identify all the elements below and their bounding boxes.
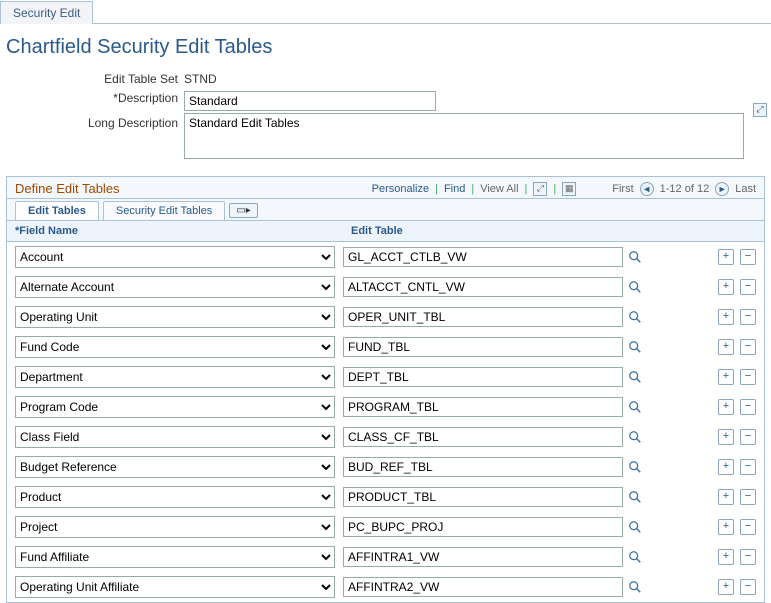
- edit-table-input[interactable]: [343, 277, 623, 297]
- col-edit-table: Edit Table: [343, 221, 704, 241]
- edit-table-input[interactable]: [343, 577, 623, 597]
- add-row-button[interactable]: +: [718, 309, 734, 325]
- table-row: Account +−: [7, 242, 764, 272]
- field-name-select[interactable]: Product: [15, 486, 335, 508]
- lookup-icon[interactable]: [627, 369, 643, 385]
- field-name-select[interactable]: Fund Code: [15, 336, 335, 358]
- description-input[interactable]: [184, 91, 436, 111]
- lookup-icon[interactable]: [627, 579, 643, 595]
- table-row: Budget Reference +−: [7, 452, 764, 482]
- table-row: Alternate Account +−: [7, 272, 764, 302]
- label-edit-table-set: Edit Table Set: [6, 69, 184, 86]
- lookup-icon[interactable]: [627, 429, 643, 445]
- label-long-description: Long Description: [6, 113, 184, 130]
- table-row: Operating Unit Affiliate +−: [7, 572, 764, 602]
- find-link[interactable]: Find: [444, 183, 465, 195]
- edit-table-input[interactable]: [343, 517, 623, 537]
- add-row-button[interactable]: +: [718, 279, 734, 295]
- edit-table-input[interactable]: [343, 547, 623, 567]
- table-row: Fund Affiliate +−: [7, 542, 764, 572]
- edit-table-input[interactable]: [343, 307, 623, 327]
- add-row-button[interactable]: +: [718, 579, 734, 595]
- edit-table-input[interactable]: [343, 337, 623, 357]
- edit-table-input[interactable]: [343, 487, 623, 507]
- table-row: Operating Unit +−: [7, 302, 764, 332]
- edit-table-input[interactable]: [343, 457, 623, 477]
- delete-row-button[interactable]: −: [740, 579, 756, 595]
- col-field-name: *Field Name: [7, 221, 343, 241]
- tab-security-edit-tables[interactable]: Security Edit Tables: [103, 201, 225, 220]
- table-row: Class Field +−: [7, 422, 764, 452]
- show-all-columns-icon[interactable]: ▭▸: [229, 203, 257, 218]
- view-all-text[interactable]: View All: [480, 183, 518, 195]
- delete-row-button[interactable]: −: [740, 369, 756, 385]
- label-description: *Description: [6, 88, 184, 105]
- add-row-button[interactable]: +: [718, 399, 734, 415]
- table-row: Product +−: [7, 482, 764, 512]
- delete-row-button[interactable]: −: [740, 309, 756, 325]
- field-name-select[interactable]: Fund Affiliate: [15, 546, 335, 568]
- grid-title: Define Edit Tables: [15, 181, 120, 196]
- field-name-select[interactable]: Budget Reference: [15, 456, 335, 478]
- field-name-select[interactable]: Account: [15, 246, 335, 268]
- page-title: Chartfield Security Edit Tables: [6, 36, 765, 59]
- value-edit-table-set: STND: [184, 69, 765, 86]
- table-row: Program Code +−: [7, 392, 764, 422]
- field-name-select[interactable]: Operating Unit Affiliate: [15, 576, 335, 598]
- add-row-button[interactable]: +: [718, 249, 734, 265]
- table-row: Fund Code +−: [7, 332, 764, 362]
- nav-prev-icon[interactable]: ◄: [640, 182, 654, 196]
- edit-table-input[interactable]: [343, 397, 623, 417]
- personalize-link[interactable]: Personalize: [372, 183, 429, 195]
- delete-row-button[interactable]: −: [740, 339, 756, 355]
- delete-row-button[interactable]: −: [740, 459, 756, 475]
- field-name-select[interactable]: Program Code: [15, 396, 335, 418]
- field-name-select[interactable]: Class Field: [15, 426, 335, 448]
- delete-row-button[interactable]: −: [740, 489, 756, 505]
- add-row-button[interactable]: +: [718, 459, 734, 475]
- delete-row-button[interactable]: −: [740, 399, 756, 415]
- field-name-select[interactable]: Operating Unit: [15, 306, 335, 328]
- delete-row-button[interactable]: −: [740, 249, 756, 265]
- zoom-grid-icon[interactable]: ⤢: [533, 182, 547, 196]
- lookup-icon[interactable]: [627, 459, 643, 475]
- tab-edit-tables[interactable]: Edit Tables: [15, 201, 99, 220]
- field-name-select[interactable]: Alternate Account: [15, 276, 335, 298]
- nav-next-icon[interactable]: ►: [715, 182, 729, 196]
- delete-row-button[interactable]: −: [740, 519, 756, 535]
- lookup-icon[interactable]: [627, 309, 643, 325]
- lookup-icon[interactable]: [627, 519, 643, 535]
- lookup-icon[interactable]: [627, 399, 643, 415]
- long-description-textarea[interactable]: [184, 113, 744, 159]
- zoom-icon[interactable]: ⤢: [753, 103, 767, 117]
- delete-row-button[interactable]: −: [740, 429, 756, 445]
- nav-first-label[interactable]: First: [612, 183, 633, 195]
- lookup-icon[interactable]: [627, 339, 643, 355]
- add-row-button[interactable]: +: [718, 549, 734, 565]
- edit-table-input[interactable]: [343, 367, 623, 387]
- delete-row-button[interactable]: −: [740, 549, 756, 565]
- add-row-button[interactable]: +: [718, 489, 734, 505]
- lookup-icon[interactable]: [627, 249, 643, 265]
- add-row-button[interactable]: +: [718, 519, 734, 535]
- edit-table-input[interactable]: [343, 247, 623, 267]
- lookup-icon[interactable]: [627, 549, 643, 565]
- define-edit-tables-grid: Define Edit Tables Personalize | Find | …: [6, 176, 765, 603]
- table-row: Department +−: [7, 362, 764, 392]
- lookup-icon[interactable]: [627, 489, 643, 505]
- download-grid-icon[interactable]: ▦: [562, 182, 576, 196]
- add-row-button[interactable]: +: [718, 429, 734, 445]
- add-row-button[interactable]: +: [718, 339, 734, 355]
- table-row: Project +−: [7, 512, 764, 542]
- edit-table-input[interactable]: [343, 427, 623, 447]
- nav-last-label[interactable]: Last: [735, 183, 756, 195]
- field-name-select[interactable]: Department: [15, 366, 335, 388]
- field-name-select[interactable]: Project: [15, 516, 335, 538]
- lookup-icon[interactable]: [627, 279, 643, 295]
- tab-security-edit[interactable]: Security Edit: [0, 1, 93, 24]
- delete-row-button[interactable]: −: [740, 279, 756, 295]
- nav-range: 1-12 of 12: [660, 183, 710, 195]
- add-row-button[interactable]: +: [718, 369, 734, 385]
